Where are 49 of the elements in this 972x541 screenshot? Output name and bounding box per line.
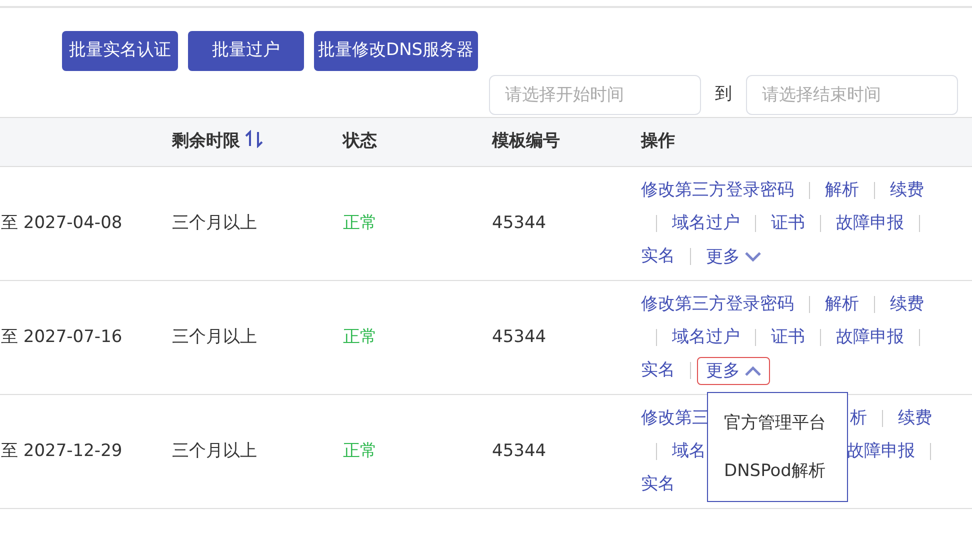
action-link[interactable]: 修改第三方登录密码: [641, 288, 794, 321]
action-link[interactable]: 故障申报: [836, 207, 904, 240]
table-cell: 三个月以上: [172, 440, 257, 461]
action-link[interactable]: 续费: [890, 174, 924, 207]
action-link[interactable]: 域名过户: [672, 321, 740, 354]
batch-action-button[interactable]: 批量实名认证: [62, 31, 178, 71]
table-cell: 45344: [492, 440, 546, 461]
table-cell: 至 2027-07-16: [1, 326, 122, 347]
menu-item[interactable]: 官方管理平台: [708, 399, 847, 447]
status-text: 正常: [343, 212, 377, 233]
more-dropdown[interactable]: 更多: [697, 242, 770, 270]
table-cell: 45344: [492, 212, 546, 233]
table-cell: 至 2027-04-08: [1, 212, 122, 233]
status-text: 正常: [343, 440, 377, 461]
action-link[interactable]: 实名: [641, 354, 675, 387]
action-link[interactable]: 续费: [898, 402, 932, 435]
action-link[interactable]: 续费: [890, 288, 924, 321]
action-link[interactable]: 故障申报: [847, 435, 915, 468]
sort-icon[interactable]: [245, 130, 263, 148]
action-link[interactable]: 域名: [672, 435, 706, 468]
action-link[interactable]: 析: [850, 402, 867, 435]
column-header: 状态: [343, 131, 377, 152]
table-cell: 45344: [492, 326, 546, 347]
status-text: 正常: [343, 326, 377, 347]
action-link[interactable]: 解析: [825, 174, 859, 207]
action-link[interactable]: 修改第三方登录密码: [641, 174, 794, 207]
more-dropdown[interactable]: 更多: [697, 356, 770, 384]
action-link[interactable]: 解析: [825, 288, 859, 321]
sort-header[interactable]: 剩余时限: [172, 131, 240, 152]
action-link[interactable]: 故障申报: [836, 321, 904, 354]
range-separator: 到: [714, 83, 733, 106]
table-cell: 至 2027-12-29: [1, 440, 122, 461]
column-header: 操作: [641, 131, 675, 152]
start-date-field[interactable]: 请选择开始时间: [489, 75, 701, 115]
column-header: 模板编号: [492, 131, 560, 152]
menu-item[interactable]: DNSPod解析: [708, 447, 847, 495]
action-link[interactable]: 修改第三: [641, 402, 709, 435]
action-link[interactable]: 实名: [641, 468, 675, 501]
table-cell: 三个月以上: [172, 326, 257, 347]
action-link[interactable]: 证书: [771, 321, 805, 354]
table-cell: 三个月以上: [172, 212, 257, 233]
end-date-field[interactable]: 请选择结束时间: [746, 75, 958, 115]
action-link[interactable]: 域名过户: [672, 207, 740, 240]
action-link[interactable]: 实名: [641, 240, 675, 273]
chevron-down-icon: [745, 252, 761, 262]
action-link[interactable]: 证书: [771, 207, 805, 240]
batch-action-button[interactable]: 批量过户: [188, 31, 304, 71]
chevron-up-icon: [745, 366, 761, 376]
batch-action-button[interactable]: 批量修改DNS服务器: [314, 31, 478, 71]
